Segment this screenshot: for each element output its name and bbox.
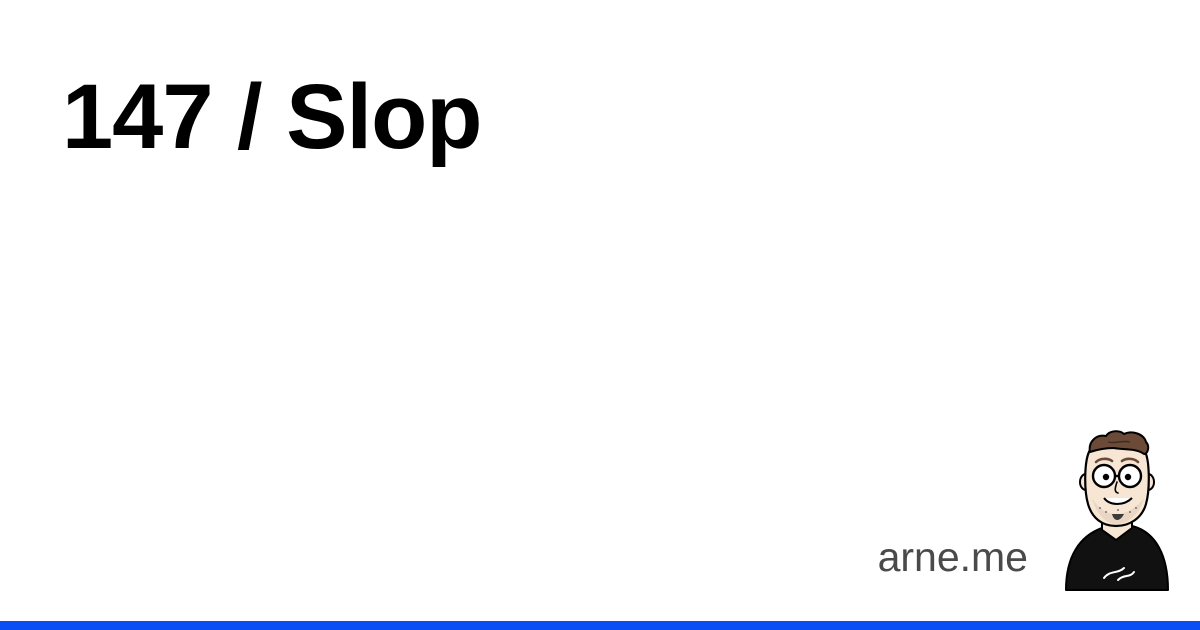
- face-shape: [1084, 443, 1150, 528]
- accent-bar: [0, 621, 1200, 630]
- post-title: 147 / Slop: [62, 66, 482, 168]
- site-name: arne.me: [877, 534, 1028, 580]
- cartoon-portrait-icon: [1065, 430, 1169, 591]
